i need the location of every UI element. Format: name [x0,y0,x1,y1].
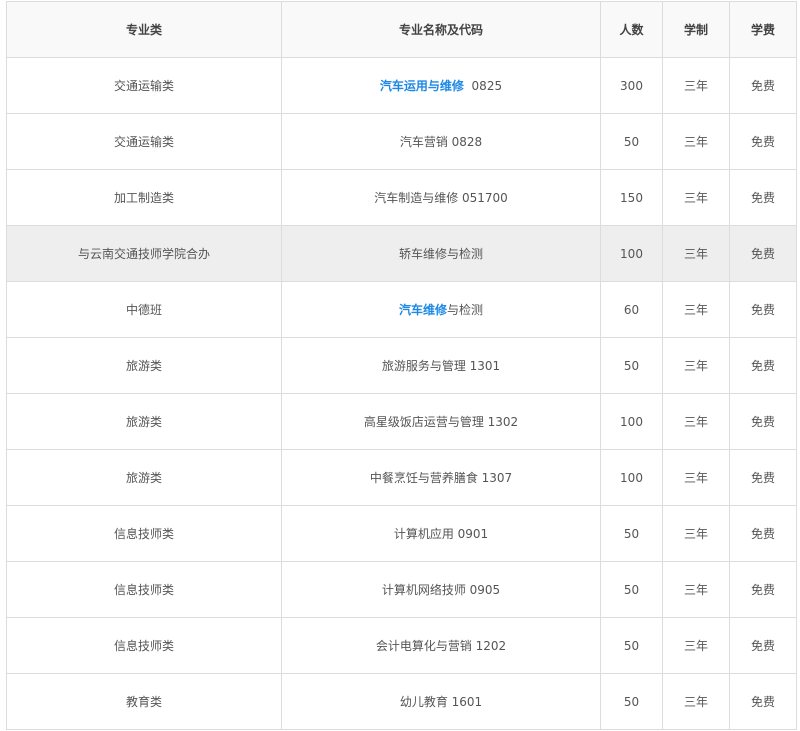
cell-fee: 免费 [729,617,797,674]
cell-category: 中德班 [6,281,282,338]
cell-fee: 免费 [729,561,797,618]
cell-category: 信息技师类 [6,505,282,562]
cell-category: 加工制造类 [6,169,282,226]
cell-count: 50 [600,337,663,394]
cell-count: 100 [600,225,663,282]
cell-duration: 三年 [662,225,730,282]
header-category: 专业类 [6,1,282,58]
cell-duration: 三年 [662,505,730,562]
table-row: 交通运输类 汽车运用与维修 0825 300 三年 免费 [6,57,797,114]
table-row: 加工制造类 汽车制造与维修 051700 150 三年 免费 [6,169,797,226]
cell-category: 信息技师类 [6,561,282,618]
cell-count: 100 [600,393,663,450]
cell-duration: 三年 [662,169,730,226]
cell-fee: 免费 [729,113,797,170]
cell-major: 旅游服务与管理 1301 [281,337,601,394]
cell-major: 汽车维修与检测 [281,281,601,338]
header-duration: 学制 [662,1,730,58]
table-row: 旅游类 旅游服务与管理 1301 50 三年 免费 [6,337,797,394]
cell-category: 旅游类 [6,393,282,450]
cell-duration: 三年 [662,617,730,674]
cell-major: 会计电算化与营销 1202 [281,617,601,674]
cell-category: 与云南交通技师学院合办 [6,225,282,282]
cell-major: 轿车维修与检测 [281,225,601,282]
table-row: 信息技师类 计算机网络技师 0905 50 三年 免费 [6,561,797,618]
cell-major: 中餐烹饪与营养膳食 1307 [281,449,601,506]
table-row: 旅游类 中餐烹饪与营养膳食 1307 100 三年 免费 [6,449,797,506]
cell-duration: 三年 [662,281,730,338]
cell-category: 交通运输类 [6,113,282,170]
table-row: 信息技师类 计算机应用 0901 50 三年 免费 [6,505,797,562]
cell-fee: 免费 [729,169,797,226]
cell-major: 计算机网络技师 0905 [281,561,601,618]
header-major-name-code: 专业名称及代码 [281,1,601,58]
major-suffix: 与检测 [447,303,484,317]
table-row: 交通运输类 汽车营销 0828 50 三年 免费 [6,113,797,170]
cell-major: 汽车运用与维修 0825 [281,57,601,114]
cell-duration: 三年 [662,113,730,170]
table-row: 信息技师类 会计电算化与营销 1202 50 三年 免费 [6,617,797,674]
cell-count: 50 [600,673,663,730]
major-code: 0825 [463,79,503,93]
cell-fee: 免费 [729,449,797,506]
cell-fee: 免费 [729,337,797,394]
cell-count: 150 [600,169,663,226]
cell-duration: 三年 [662,449,730,506]
cell-major: 高星级饭店运营与管理 1302 [281,393,601,450]
cell-duration: 三年 [662,337,730,394]
table-row: 教育类 幼儿教育 1601 50 三年 免费 [6,673,797,730]
cell-count: 50 [600,113,663,170]
table-header-row: 专业类 专业名称及代码 人数 学制 学费 [6,1,797,58]
table-row: 中德班 汽车维修与检测 60 三年 免费 [6,281,797,338]
table-row: 旅游类 高星级饭店运营与管理 1302 100 三年 免费 [6,393,797,450]
cell-duration: 三年 [662,57,730,114]
cell-count: 300 [600,57,663,114]
cell-category: 教育类 [6,673,282,730]
cell-duration: 三年 [662,393,730,450]
cell-category: 交通运输类 [6,57,282,114]
enrollment-table: 专业类 专业名称及代码 人数 学制 学费 交通运输类 汽车运用与维修 0825 … [6,1,797,730]
cell-count: 100 [600,449,663,506]
header-count: 人数 [600,1,663,58]
major-link[interactable]: 汽车运用与维修 [380,79,464,93]
cell-major: 汽车营销 0828 [281,113,601,170]
cell-fee: 免费 [729,673,797,730]
cell-fee: 免费 [729,57,797,114]
major-link[interactable]: 汽车维修 [399,303,447,317]
cell-count: 50 [600,561,663,618]
cell-duration: 三年 [662,673,730,730]
cell-count: 60 [600,281,663,338]
cell-major: 汽车制造与维修 051700 [281,169,601,226]
cell-category: 信息技师类 [6,617,282,674]
cell-duration: 三年 [662,561,730,618]
cell-major: 幼儿教育 1601 [281,673,601,730]
cell-major: 计算机应用 0901 [281,505,601,562]
cell-fee: 免费 [729,393,797,450]
cell-count: 50 [600,505,663,562]
cell-category: 旅游类 [6,449,282,506]
cell-count: 50 [600,617,663,674]
cell-fee: 免费 [729,505,797,562]
table-row-highlighted: 与云南交通技师学院合办 轿车维修与检测 100 三年 免费 [6,225,797,282]
header-fee: 学费 [729,1,797,58]
enrollment-table-container: 专业类 专业名称及代码 人数 学制 学费 交通运输类 汽车运用与维修 0825 … [6,1,797,730]
cell-fee: 免费 [729,281,797,338]
cell-category: 旅游类 [6,337,282,394]
cell-fee: 免费 [729,225,797,282]
